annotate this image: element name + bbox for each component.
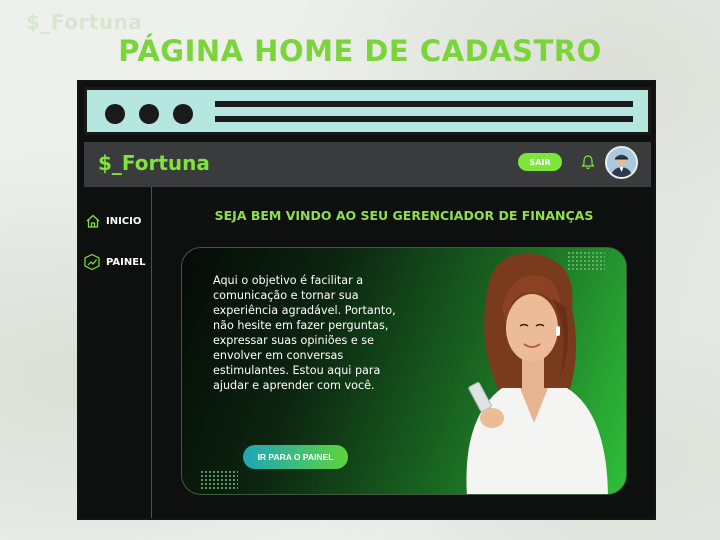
hero-text: Aqui o objetivo é facilitar a comunicaçã… <box>213 274 396 392</box>
address-line <box>215 101 633 107</box>
sidebar-item-inicio[interactable]: INICIO <box>85 213 141 229</box>
bell-icon[interactable] <box>581 154 595 170</box>
avatar[interactable] <box>605 146 638 179</box>
logout-button[interactable]: SAIR <box>518 153 562 171</box>
home-icon <box>86 214 100 228</box>
brand-logo[interactable]: $_Fortuna <box>98 151 210 175</box>
sidebar-item-label: INICIO <box>106 215 142 227</box>
app-header: $_Fortuna SAIR <box>84 142 651 187</box>
window-dot-icon <box>105 104 125 124</box>
dots-decoration <box>200 470 238 490</box>
address-line <box>215 116 633 122</box>
app-window: $_Fortuna SAIR INICIO PAINEL SEJA BEM VI… <box>77 80 656 520</box>
chart-icon <box>84 253 100 271</box>
go-to-panel-button[interactable]: IR PARA O PAINEL <box>243 445 348 469</box>
woman-with-phone-illustration <box>466 253 608 494</box>
sidebar-item-painel[interactable]: PAINEL <box>83 253 145 271</box>
sidebar: INICIO PAINEL <box>79 187 152 518</box>
corner-logo: $_Fortuna <box>26 10 143 34</box>
welcome-title: SEJA BEM VINDO AO SEU GERENCIADOR DE FIN… <box>214 208 594 223</box>
browser-bar <box>84 87 651 135</box>
sidebar-item-label: PAINEL <box>106 256 146 268</box>
window-dot-icon <box>173 104 193 124</box>
hero-card: Aqui o objetivo é facilitar a comunicaçã… <box>181 247 627 495</box>
page-title: PÁGINA HOME DE CADASTRO <box>118 34 602 68</box>
window-dot-icon <box>139 104 159 124</box>
user-avatar-icon <box>607 148 636 177</box>
